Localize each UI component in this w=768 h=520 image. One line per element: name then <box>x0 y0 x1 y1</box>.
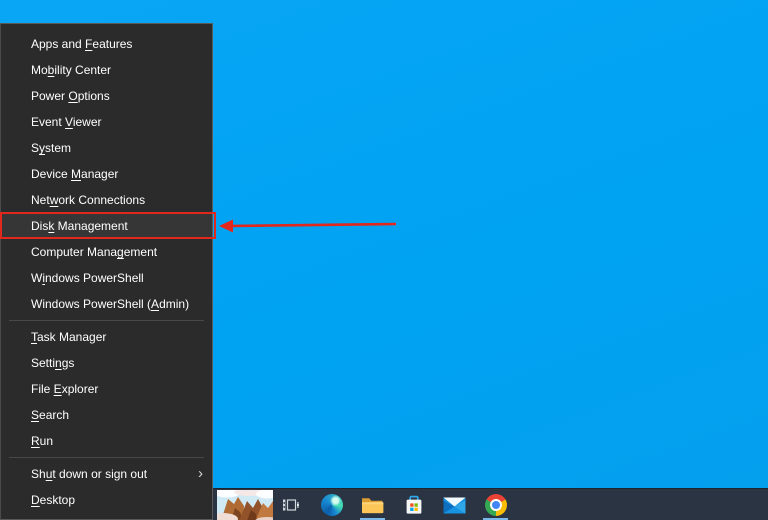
microsoft-store-button[interactable] <box>393 489 434 520</box>
menu-item-disk-management[interactable]: Disk Management <box>1 213 212 239</box>
menu-item-label: Windows PowerShell (Admin) <box>31 297 190 311</box>
menu-item-settings[interactable]: Settings <box>1 350 212 376</box>
menu-item-label: Apps and Features <box>31 37 133 51</box>
menu-item-label: Run <box>31 434 54 448</box>
menu-item-computer-management[interactable]: Computer Management <box>1 239 212 265</box>
google-chrome-icon <box>484 494 507 516</box>
menu-item-label: Settings <box>31 356 75 370</box>
menu-item-file-explorer[interactable]: File Explorer <box>1 376 212 402</box>
menu-item-windows-powershell[interactable]: Windows PowerShell <box>1 265 212 291</box>
microsoft-edge-icon <box>320 494 343 516</box>
menu-item-system[interactable]: System <box>1 135 212 161</box>
menu-item-task-manager[interactable]: Task Manager <box>1 324 212 350</box>
menu-item-label: Task Manager <box>31 330 107 344</box>
menu-item-label: Computer Management <box>31 245 158 259</box>
menu-separator <box>9 320 204 321</box>
annotation-arrow <box>219 219 397 233</box>
taskbar-icon-row <box>270 489 516 520</box>
menu-item-search[interactable]: Search <box>1 402 212 428</box>
mail-icon <box>443 497 466 513</box>
menu-separator <box>9 457 204 458</box>
menu-item-network-connections[interactable]: Network Connections <box>1 187 212 213</box>
menu-item-label: Mobility Center <box>31 63 112 77</box>
menu-item-label: Search <box>31 408 70 422</box>
canyon-artwork-image <box>217 490 273 520</box>
mail-button[interactable] <box>434 489 475 520</box>
desktop: Apps and Features Mobility Center Power … <box>0 0 768 520</box>
menu-item-label: File Explorer <box>31 382 99 396</box>
microsoft-store-icon <box>406 495 421 514</box>
file-explorer-icon <box>362 498 384 514</box>
menu-item-label: Disk Management <box>31 219 128 233</box>
search-highlight-thumbnail[interactable] <box>217 490 273 520</box>
menu-item-device-manager[interactable]: Device Manager <box>1 161 212 187</box>
menu-item-label: Device Manager <box>31 167 119 181</box>
menu-item-label: Desktop <box>31 493 76 507</box>
edge-button[interactable] <box>311 489 352 520</box>
task-view-button[interactable] <box>270 489 311 520</box>
menu-item-label: Shut down or sign out <box>31 467 148 481</box>
chrome-button[interactable] <box>475 489 516 520</box>
menu-item-mobility-center[interactable]: Mobility Center <box>1 57 212 83</box>
menu-item-label: Network Connections <box>31 193 146 207</box>
menu-item-run[interactable]: Run <box>1 428 212 454</box>
menu-item-windows-powershell-admin[interactable]: Windows PowerShell (Admin) <box>1 291 212 317</box>
menu-item-event-viewer[interactable]: Event Viewer <box>1 109 212 135</box>
submenu-chevron-icon: › <box>198 465 203 482</box>
task-view-icon <box>283 499 299 511</box>
file-explorer-button[interactable] <box>352 489 393 520</box>
menu-item-label: Event Viewer <box>31 115 102 129</box>
menu-item-desktop[interactable]: Desktop <box>1 487 212 513</box>
menu-item-label: System <box>31 141 72 155</box>
menu-item-power-options[interactable]: Power Options <box>1 83 212 109</box>
winx-context-menu: Apps and Features Mobility Center Power … <box>0 23 213 520</box>
menu-item-shut-down-or-sign-out[interactable]: Shut down or sign out › <box>1 461 212 487</box>
menu-item-label: Windows PowerShell <box>31 271 144 285</box>
menu-item-label: Power Options <box>31 89 110 103</box>
menu-item-apps-and-features[interactable]: Apps and Features <box>1 31 212 57</box>
